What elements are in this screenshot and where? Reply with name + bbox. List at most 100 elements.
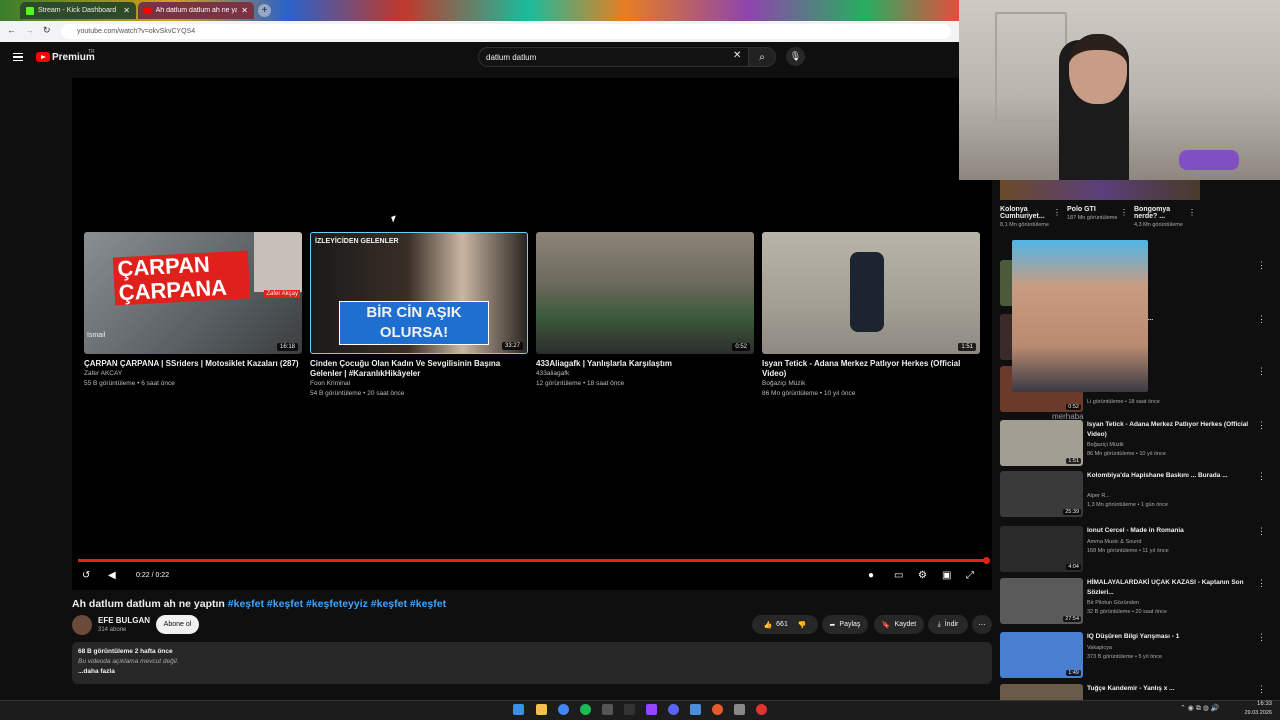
dislike-icon[interactable]: 👎: [798, 621, 807, 629]
video-thumbnail[interactable]: 4:04: [1000, 526, 1083, 572]
save-button[interactable]: 🔖 Kaydet: [874, 615, 924, 634]
video-title[interactable]: Isyan Tetick - Adana Merkez Patlıyor Her…: [762, 359, 980, 379]
menu-icon[interactable]: [13, 53, 23, 61]
more-icon[interactable]: ⋮: [1257, 632, 1266, 643]
app-icon[interactable]: [624, 704, 635, 715]
like-icon[interactable]: 👍: [763, 621, 772, 629]
description-text: Bu videoda açıklama mevcut değil.: [78, 658, 179, 665]
file-explorer-icon[interactable]: [536, 704, 547, 715]
short-item[interactable]: Bongomya nerde? ... 4,3 Mn görüntüleme: [1134, 206, 1189, 228]
progress-bar[interactable]: [78, 559, 988, 562]
description-box[interactable]: 68 B görüntüleme 2 hafta önce Bu videoda…: [72, 642, 992, 684]
more-icon[interactable]: ⋮: [1053, 208, 1061, 217]
endscreen-card[interactable]: 0:52 433Aliagafk | Yanlışlarla Karşılaşt…: [536, 232, 754, 389]
forward-icon[interactable]: →: [25, 25, 34, 35]
search-input[interactable]: datlum datlum: [478, 47, 750, 67]
replay-icon[interactable]: ↺: [82, 570, 90, 581]
time-display: 0:22 / 0:22: [136, 572, 170, 579]
list-item[interactable]: 1:51 Isyan Tetick - Adana Merkez Patlıyor…: [1000, 420, 1270, 470]
more-icon[interactable]: ⋮: [1120, 208, 1128, 217]
close-tab-icon[interactable]: ✕: [241, 6, 248, 15]
app-icon[interactable]: [734, 704, 745, 715]
more-icon[interactable]: ⋮: [1257, 420, 1266, 431]
video-title[interactable]: 433Aliagafk | Yanlışlarla Karşılaştım: [536, 359, 754, 369]
fullscreen-icon[interactable]: ⤢: [966, 570, 974, 581]
reload-icon[interactable]: ↻: [43, 25, 51, 36]
short-item[interactable]: Polo GTI 187 Mn görüntüleme: [1067, 206, 1123, 221]
search-button[interactable]: ⌕: [748, 47, 776, 67]
spotify-icon[interactable]: [580, 704, 591, 715]
list-item[interactable]: 25:39 Kolombiya'da Hapishane Baskını ... …: [1000, 471, 1270, 521]
video-thumbnail[interactable]: 1:49: [1000, 632, 1083, 678]
app-icon[interactable]: [690, 704, 701, 715]
video-thumbnail[interactable]: 0:52: [536, 232, 754, 354]
system-tray-icons[interactable]: ⌃ ◉ ⧉ ◍ 🔊: [1180, 704, 1220, 713]
video-thumbnail[interactable]: 27:54: [1000, 578, 1083, 624]
twitch-icon[interactable]: [646, 704, 657, 715]
more-icon[interactable]: ⋮: [1257, 578, 1266, 589]
subscribe-button[interactable]: Abone ol: [156, 615, 199, 634]
autoplay-toggle-icon[interactable]: ●: [868, 570, 874, 581]
miniplayer-icon[interactable]: ▣: [942, 570, 951, 581]
more-icon[interactable]: ⋮: [1188, 208, 1196, 217]
video-thumbnail[interactable]: 1:51: [762, 232, 980, 354]
video-thumbnail[interactable]: [1000, 684, 1083, 700]
avatar[interactable]: [72, 615, 92, 635]
more-icon[interactable]: ⋮: [1257, 526, 1266, 537]
app-icon[interactable]: [712, 704, 723, 715]
video-title[interactable]: ÇARPAN ÇARPANA | SSriders | Motosiklet K…: [84, 359, 302, 369]
video-thumbnail[interactable]: 1:51: [1000, 420, 1083, 466]
volume-icon[interactable]: ◀: [108, 570, 116, 581]
endscreen-card[interactable]: 1:51 Isyan Tetick - Adana Merkez Patlıyo…: [762, 232, 980, 399]
video-thumbnail[interactable]: 25:39: [1000, 471, 1083, 517]
progress-scrubber[interactable]: [983, 557, 990, 564]
channel-name[interactable]: Foon Kriminal: [310, 379, 528, 389]
list-item[interactable]: 1:49 IQ Düşüren Bilgi Yarışması - 1 Vakapi…: [1000, 632, 1270, 682]
share-button[interactable]: ➦ Paylaş: [822, 615, 868, 634]
overlay-caption: merhaba: [1052, 412, 1084, 421]
shorts-thumbnails[interactable]: [1000, 180, 1200, 200]
back-icon[interactable]: ←: [7, 25, 16, 35]
list-item[interactable]: 4:04 Ionut Cercel - Made in Romania Amma M…: [1000, 526, 1270, 576]
discord-icon[interactable]: [668, 704, 679, 715]
list-item[interactable]: 27:54 HİMALAYALARDAKİ UÇAK KAZASI - Kapta…: [1000, 578, 1270, 628]
channel-name[interactable]: Boğaziçi Müzik: [762, 379, 980, 389]
windows-start-icon[interactable]: [513, 704, 524, 715]
video-meta: 54 B görüntüleme • 20 saat önce: [310, 390, 405, 397]
channel-name[interactable]: Zafer AKCAY: [84, 369, 302, 379]
show-more-link[interactable]: ...daha fazla: [78, 667, 986, 677]
subtitles-icon[interactable]: ▭: [894, 570, 903, 581]
video-thumbnail[interactable]: ÇARPAN ÇARPANA Zafer Akçay Ismail 16:18: [84, 232, 302, 354]
channel-name[interactable]: 433aliagafk: [536, 369, 754, 379]
endscreen-card[interactable]: ÇARPAN ÇARPANA Zafer Akçay Ismail 16:18 …: [84, 232, 302, 389]
like-count[interactable]: 661: [776, 621, 788, 628]
new-tab-button[interactable]: +: [258, 4, 271, 17]
more-icon[interactable]: ⋮: [1257, 684, 1266, 695]
endscreen-card[interactable]: İZLEYİCİDEN GELENLER BİR CİN AŞIK OLURSA…: [310, 232, 528, 399]
voice-search-button[interactable]: 🎙: [786, 47, 805, 66]
app-icon[interactable]: [602, 704, 613, 715]
clear-search-icon[interactable]: ✕: [733, 50, 741, 61]
tab-kick-dashboard[interactable]: Stream - Kick Dashboard ✕: [20, 2, 136, 19]
obs-icon[interactable]: [756, 704, 767, 715]
channel-name[interactable]: EFE BULGAN: [98, 616, 150, 625]
more-actions-button[interactable]: ⋯: [972, 615, 992, 634]
tab-youtube[interactable]: Ah datlum datlum ah ne yaptı✕: [138, 2, 254, 19]
duration-badge: 16:18: [276, 343, 298, 351]
close-tab-icon[interactable]: ✕: [123, 6, 130, 15]
chrome-icon[interactable]: [558, 704, 569, 715]
hashtags[interactable]: #keşfet #keşfet #keşfeteyyiz #keşfet #ke…: [228, 598, 446, 610]
list-item[interactable]: Tuğçe Kandemir - Yanlış x ... ⋮: [1000, 684, 1270, 700]
video-meta: 55 B görüntüleme • 6 saat önce: [84, 380, 175, 387]
more-icon[interactable]: ⋮: [1257, 314, 1266, 325]
url-field[interactable]: youtube.com/watch?v=okvSkvCYQS4: [61, 24, 951, 39]
settings-icon[interactable]: ⚙: [918, 570, 927, 581]
webcam-overlay: [959, 0, 1280, 180]
more-icon[interactable]: ⋮: [1257, 471, 1266, 482]
download-button[interactable]: ⤓ İndir: [928, 615, 968, 634]
more-icon[interactable]: ⋮: [1257, 366, 1266, 377]
youtube-logo-icon[interactable]: [36, 52, 50, 62]
more-icon[interactable]: ⋮: [1257, 260, 1266, 271]
video-title[interactable]: Cinden Çocuğu Olan Kadın Ve Sevgilisinin…: [310, 359, 528, 379]
video-thumbnail[interactable]: İZLEYİCİDEN GELENLER BİR CİN AŞIK OLURSA…: [310, 232, 528, 354]
